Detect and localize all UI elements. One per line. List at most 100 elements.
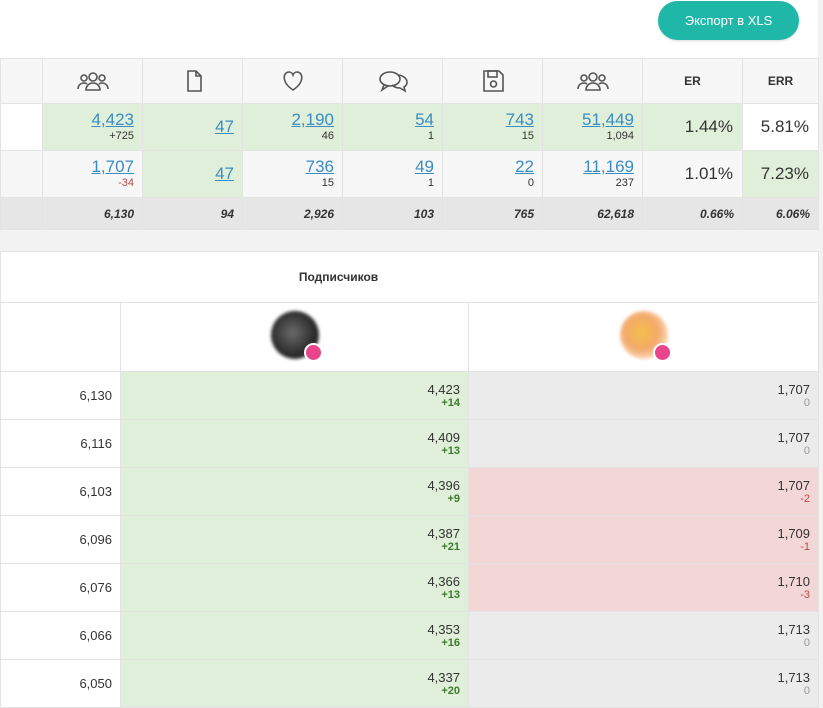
subscriber-delta: +16 — [441, 636, 460, 649]
table-row: 6,050 4,337 +20 1,713 0 — [0, 659, 820, 708]
stats-header-err[interactable]: ERR — [742, 58, 819, 104]
err-label: ERR — [767, 74, 794, 88]
save-icon — [482, 70, 504, 92]
stats-value-link[interactable]: 22 — [443, 158, 534, 176]
er-label: ER — [684, 74, 701, 88]
stats-value-link[interactable]: 1,707 — [43, 158, 134, 176]
stats-value-link[interactable]: 2,190 — [243, 111, 334, 129]
row-total: 6,096 — [0, 515, 121, 564]
table-row: 6,103 4,396 +9 1,707 -2 — [0, 467, 820, 516]
stats-cell-posts: 47 — [142, 103, 243, 151]
stats-header-reach[interactable] — [542, 58, 643, 104]
account-b-cell: 1,710 -3 — [467, 563, 820, 612]
instagram-badge-icon — [303, 342, 323, 362]
stats-header-likes[interactable] — [242, 58, 343, 104]
stats-delta: 1 — [427, 177, 434, 189]
account-a-cell: 4,409 +13 — [120, 419, 469, 468]
stats-value-link[interactable]: 47 — [143, 165, 234, 183]
stats-header-posts[interactable] — [142, 58, 243, 104]
document-icon — [186, 70, 202, 92]
stats-cell-likes: 736 15 — [242, 150, 343, 198]
stats-value-link[interactable]: 4,423 — [43, 111, 134, 129]
stats-total: 0.66% — [642, 197, 743, 230]
subscribers-title-row: Подписчиков — [0, 251, 820, 303]
stats-value-link[interactable]: 54 — [343, 111, 434, 129]
table-row: 6,076 4,366 +13 1,710 -3 — [0, 563, 820, 612]
stats-value-link[interactable]: 47 — [143, 118, 234, 136]
stats-header-comments[interactable] — [342, 58, 443, 104]
avatar[interactable] — [619, 310, 672, 362]
stats-header-row: ER ERR — [0, 58, 819, 104]
stats-delta: +725 — [109, 130, 134, 142]
subscribers-title: Подписчиков — [0, 251, 820, 303]
table-row: 6,116 4,409 +13 1,707 0 — [0, 419, 820, 468]
stats-total: 6.06% — [742, 197, 819, 230]
stats-row: 1,707 -34 47 736 15 49 1 22 0 11,169 237… — [0, 150, 819, 198]
stats-delta: 15 — [521, 130, 534, 142]
stats-delta: -34 — [118, 177, 134, 189]
stats-cell-subscribers: 4,423 +725 — [42, 103, 143, 151]
stats-header-subscribers[interactable] — [42, 58, 143, 104]
stats-cell-comments: 54 1 — [342, 103, 443, 151]
subscriber-count: 4,353 — [427, 621, 460, 637]
export-xls-button[interactable]: Экспорт в XLS — [658, 1, 799, 40]
account-b-cell: 1,709 -1 — [467, 515, 820, 564]
account-b-cell: 1,713 0 — [467, 659, 820, 708]
subscribers-table: Подписчиков 6,130 4,423 +14 1,707 0 6,116 … — [0, 251, 820, 708]
subscriber-count: 4,337 — [427, 669, 460, 685]
account-column-b[interactable] — [467, 302, 820, 372]
stats-total: 62,618 — [542, 197, 643, 230]
stats-value-link[interactable]: 11,169 — [543, 158, 634, 176]
account-b-cell: 1,707 -2 — [467, 467, 820, 516]
stats-value-link[interactable]: 49 — [343, 158, 434, 176]
stats-header-cell-blank — [0, 58, 43, 104]
stats-value-link[interactable]: 736 — [243, 158, 334, 176]
row-total: 6,076 — [0, 563, 121, 612]
subscriber-count: 4,423 — [427, 381, 460, 397]
stats-totals-row: 6,130 94 2,926 103 765 62,618 0.66% 6.06… — [0, 197, 819, 230]
subscriber-delta: 0 — [803, 444, 811, 457]
stats-cell-saves: 743 15 — [442, 103, 543, 151]
stats-row-account — [0, 150, 43, 198]
top-bar: Экспорт в XLS — [0, 0, 818, 58]
subscriber-delta: +13 — [441, 444, 460, 457]
heart-icon — [282, 71, 303, 91]
stats-delta: 1,094 — [606, 130, 634, 142]
table-row: 6,066 4,353 +16 1,713 0 — [0, 611, 820, 660]
subscriber-count: 4,396 — [427, 477, 460, 493]
account-b-cell: 1,707 0 — [467, 371, 820, 420]
subscriber-count: 1,707 — [777, 381, 811, 397]
stats-cell-saves: 22 0 — [442, 150, 543, 198]
account-a-cell: 4,396 +9 — [120, 467, 469, 516]
account-b-cell: 1,707 0 — [467, 419, 820, 468]
stats-delta: 15 — [321, 177, 334, 189]
stats-value-link[interactable]: 51,449 — [543, 111, 634, 129]
account-a-cell: 4,366 +13 — [120, 563, 469, 612]
comments-icon — [378, 71, 408, 93]
stats-total: 94 — [142, 197, 243, 230]
subscriber-delta: +13 — [441, 588, 460, 601]
subscriber-count: 1,707 — [777, 477, 811, 493]
subscriber-count: 4,409 — [427, 429, 460, 445]
row-total: 6,050 — [0, 659, 121, 708]
stats-value-link[interactable]: 743 — [443, 111, 534, 129]
avatar-row — [0, 302, 820, 372]
stats-table: ER ERR 4,423 +725 47 2,190 46 54 1 743 1… — [0, 58, 819, 230]
subscriber-count: 4,387 — [427, 525, 460, 541]
stats-total-blank — [0, 197, 43, 230]
subscriber-count: 1,709 — [777, 525, 811, 541]
stats-header-saves[interactable] — [442, 58, 543, 104]
account-b-cell: 1,713 0 — [467, 611, 820, 660]
row-total: 6,103 — [0, 467, 121, 516]
instagram-badge-icon — [652, 342, 672, 362]
stats-row: 4,423 +725 47 2,190 46 54 1 743 15 51,44… — [0, 103, 819, 151]
avatar[interactable] — [270, 310, 323, 362]
stats-total: 2,926 — [242, 197, 343, 230]
stats-cell-er: 1.44% — [642, 103, 743, 151]
row-total: 6,116 — [0, 419, 121, 468]
account-column-a[interactable] — [120, 302, 469, 372]
subscriber-count: 1,713 — [777, 669, 811, 685]
account-a-cell: 4,337 +20 — [120, 659, 469, 708]
stats-header-er[interactable]: ER — [642, 58, 743, 104]
subscriber-count: 1,713 — [777, 621, 811, 637]
